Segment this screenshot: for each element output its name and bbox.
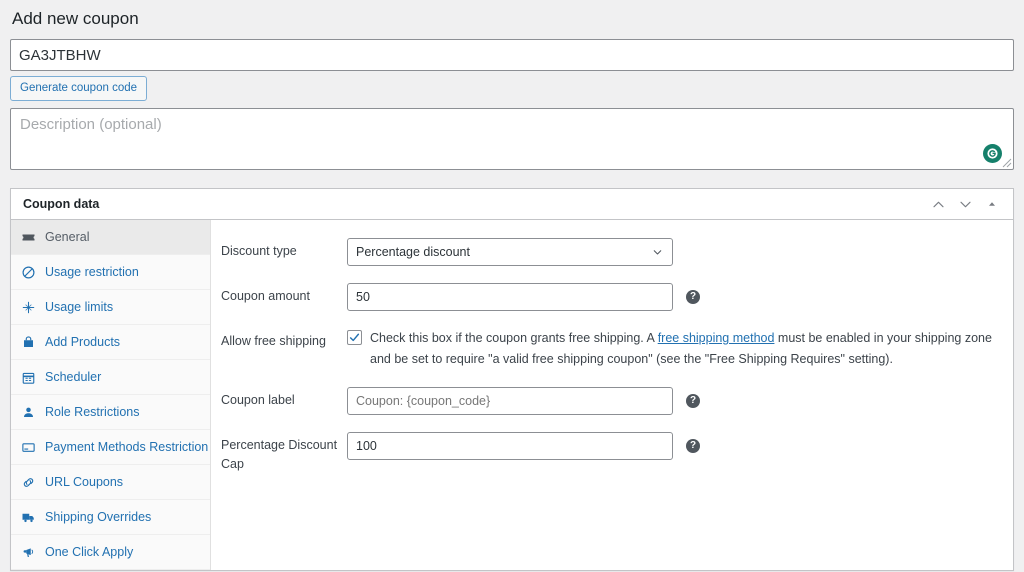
chevron-down-icon [959,201,971,207]
tab-shipping-overrides[interactable]: Shipping Overrides [11,500,210,536]
allow-free-shipping-checkbox[interactable] [347,330,362,346]
crosshair-icon [20,299,36,315]
move-up-button[interactable] [925,191,951,217]
tab-label: Shipping Overrides [45,510,152,525]
percentage-discount-cap-label: Percentage Discount Cap [221,438,338,472]
discount-type-control: Percentage discount Fixed cart discount … [347,238,673,267]
panel-header-actions [925,191,1005,217]
tab-payment-methods-restriction[interactable]: Payment Methods Restriction [11,430,210,466]
coupon-label-help-icon[interactable]: ? [686,394,700,409]
coupon-data-panel: Coupon data General Usage restriction Us… [10,188,1014,572]
calendar-icon [20,369,36,385]
page-title: Add new coupon [12,9,139,28]
coupon-description-textarea[interactable] [10,108,1014,171]
tab-url-coupons[interactable]: URL Coupons [11,465,210,501]
coupon-amount-control [347,283,673,312]
coupon-code-input[interactable] [10,39,1014,72]
allow-free-shipping-description: Check this box if the coupon grants free… [370,328,1001,370]
generate-coupon-code-button[interactable]: Generate coupon code [10,76,148,102]
discount-type-row: Discount type Percentage discount Fixed … [221,238,1001,267]
truck-icon [20,509,36,525]
coupon-amount-row: Coupon amount ? [221,283,1001,312]
tab-usage-restriction[interactable]: Usage restriction [11,255,210,291]
tab-role-restrictions[interactable]: Role Restrictions [11,395,210,431]
checkmark-icon [349,333,360,342]
tab-usage-limits[interactable]: Usage limits [11,290,210,326]
allow-free-shipping-label: Allow free shipping [221,334,326,349]
coupon-label-control [347,387,673,416]
bag-icon [20,334,36,350]
credit-card-icon [20,439,36,455]
free-shipping-text-before: Check this box if the coupon grants free… [370,331,658,346]
coupon-editor-page: Add new coupon Generate coupon code Coup… [0,0,1024,572]
panel-title: Coupon data [23,196,100,211]
ticket-icon [20,229,36,245]
discount-type-label: Discount type [221,244,297,259]
discount-type-select[interactable]: Percentage discount Fixed cart discount … [347,238,673,267]
grammarly-icon[interactable] [983,144,1002,164]
allow-free-shipping-control: Check this box if the coupon grants free… [347,328,1001,370]
percentage-discount-cap-row: Percentage Discount Cap ? [221,432,1001,474]
link-icon [20,474,36,490]
allow-free-shipping-row: Allow free shipping Check this box if th… [221,328,1001,370]
block-icon [20,264,36,280]
caret-up-icon [989,202,995,206]
tab-general[interactable]: General [11,220,210,256]
coupon-data-panel-body: General Usage restriction Usage limits A… [11,220,1013,571]
coupon-data-form: Discount type Percentage discount Fixed … [211,220,1013,571]
free-shipping-method-link[interactable]: free shipping method [658,331,775,345]
tab-label: Usage limits [45,300,114,315]
tab-label: URL Coupons [45,475,124,490]
tab-label: One Click Apply [45,545,134,560]
coupon-data-panel-header: Coupon data [11,189,1013,221]
tab-label: Usage restriction [45,265,139,280]
move-down-button[interactable] [952,191,978,217]
coupon-amount-input[interactable] [347,283,673,312]
tab-label: Add Products [45,335,121,350]
description-wrapper [10,108,1014,171]
tab-label: General [45,230,90,245]
coupon-label-label: Coupon label [221,393,295,408]
tab-add-products[interactable]: Add Products [11,325,210,361]
generate-button-row: Generate coupon code [10,71,1014,102]
tab-label: Role Restrictions [45,405,140,420]
coupon-data-tabs: General Usage restriction Usage limits A… [11,220,211,571]
tab-one-click-apply[interactable]: One Click Apply [11,535,210,571]
user-icon [20,404,36,420]
tab-label: Scheduler [45,370,102,385]
coupon-amount-help-icon[interactable]: ? [686,290,700,305]
toggle-panel-button[interactable] [979,191,1005,217]
tab-label: Payment Methods Restriction [45,440,209,455]
percentage-discount-cap-control [347,432,673,461]
tab-scheduler[interactable]: Scheduler [11,360,210,396]
percentage-discount-cap-input[interactable] [347,432,673,461]
chevron-up-icon [932,201,944,207]
coupon-label-row: Coupon label ? [221,387,1001,416]
megaphone-icon [20,544,36,560]
coupon-amount-label: Coupon amount [221,289,310,304]
coupon-label-input[interactable] [347,387,673,416]
percentage-discount-cap-help-icon[interactable]: ? [686,439,700,454]
